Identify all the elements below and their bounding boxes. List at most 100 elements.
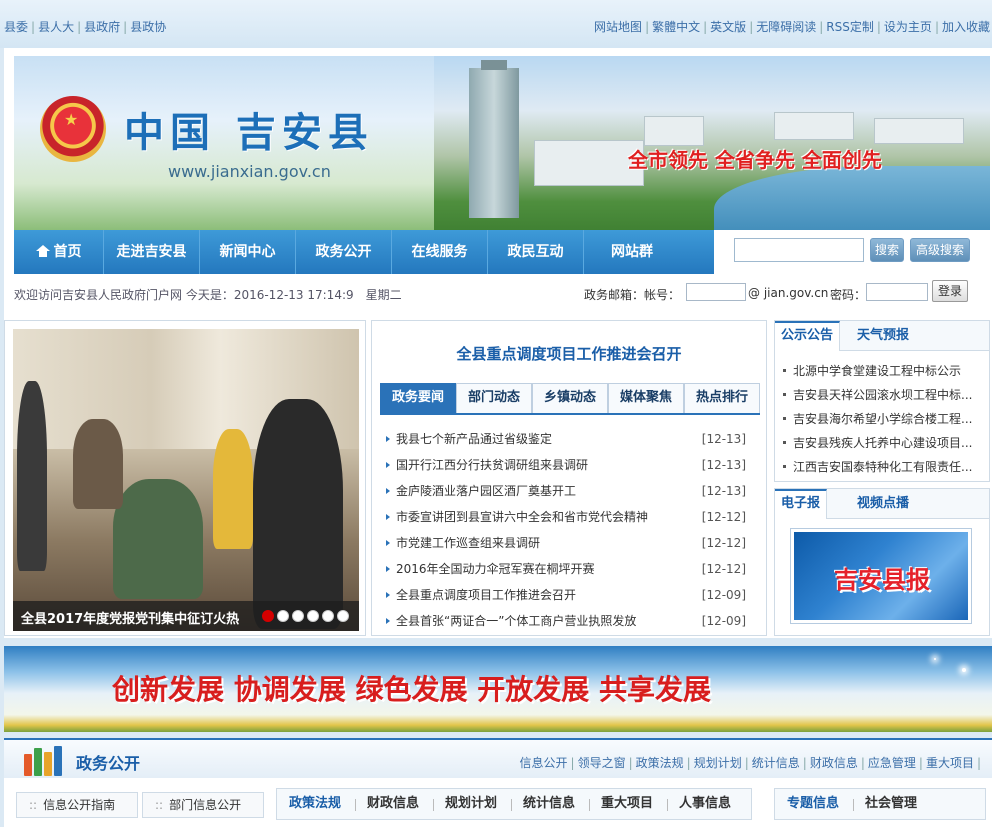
link-add-favorite[interactable]: 加入收藏 — [942, 20, 990, 34]
slideshow-dot[interactable] — [337, 610, 349, 622]
tab-topics[interactable]: 专题信息 — [787, 789, 839, 819]
tab-social-management[interactable]: 社会管理 — [865, 789, 917, 819]
tab-media-focus[interactable]: 媒体聚焦 — [608, 383, 684, 413]
tab-statistics[interactable]: 统计信息 — [523, 789, 575, 819]
link-set-homepage[interactable]: 设为主页 — [884, 20, 932, 34]
tab-video[interactable]: 视频点播 — [857, 489, 909, 519]
tab-finance[interactable]: 财政信息 — [367, 789, 419, 819]
link-traditional-chinese[interactable]: 繁體中文 — [652, 20, 700, 34]
sparkle-icon — [934, 658, 936, 660]
nav-item-home[interactable]: 首页 — [14, 230, 104, 274]
link-policies[interactable]: 政策法规 — [636, 756, 684, 770]
link-plans[interactable]: 规划计划 — [694, 756, 742, 770]
link-county-committee[interactable]: 县委 — [4, 20, 28, 34]
nav-item-online-service[interactable]: 在线服务 — [392, 230, 488, 274]
notice-panel: 公示公告 天气预报 北源中学食堂建设工程中标公示 吉安县天祥公园滚水坝工程中标.… — [774, 320, 990, 482]
tab-notice[interactable]: 公示公告 — [775, 321, 841, 351]
photo-figure — [113, 479, 203, 599]
nav-item-interaction[interactable]: 政民互动 — [488, 230, 584, 274]
news-tabs: 政务要闻 部门动态 乡镇动态 媒体聚焦 热点排行 — [380, 383, 760, 415]
tab-divider — [589, 799, 590, 811]
slideshow-dot[interactable] — [277, 610, 289, 622]
site-url: www.jianxian.gov.cn — [168, 162, 331, 181]
list-item[interactable]: 江西吉安国泰特种化工有限责任... — [783, 455, 983, 479]
info-guide-button[interactable]: 信息公开指南 — [16, 792, 138, 818]
mail-password-input[interactable] — [866, 283, 928, 301]
advanced-search-button[interactable]: 高级搜索 — [910, 238, 970, 262]
photo-figure — [213, 429, 253, 549]
link-accessibility[interactable]: 无障碍阅读 — [756, 20, 816, 34]
nav-item-site-group[interactable]: 网站群 — [584, 230, 680, 274]
epaper-image[interactable]: 吉安县报 — [791, 529, 971, 623]
slideshow-image[interactable]: 全县2017年度党报党刊集中征订火热 — [13, 329, 359, 631]
list-item[interactable]: 市委宣讲团到县宣讲六中全会和省市党代会精神 [12-12] — [386, 507, 746, 533]
list-item[interactable]: 市党建工作巡查组来县调研 [12-12] — [386, 533, 746, 559]
tab-town-news[interactable]: 乡镇动态 — [532, 383, 608, 413]
building-shape — [874, 118, 964, 144]
tab-weather[interactable]: 天气预报 — [857, 321, 909, 351]
news-panel: 全县重点调度项目工作推进会召开 政务要闻 部门动态 乡镇动态 媒体聚焦 热点排行… — [371, 320, 767, 636]
list-item[interactable]: 吉安县海尔希望小学综合楼工程... — [783, 407, 983, 431]
tab-divider — [355, 799, 356, 811]
nav-item-news[interactable]: 新闻中心 — [200, 230, 296, 274]
tab-hot-ranking[interactable]: 热点排行 — [684, 383, 760, 413]
search-button[interactable]: 搜索 — [870, 238, 904, 262]
login-button[interactable]: 登录 — [932, 280, 968, 302]
link-emergency[interactable]: 应急管理 — [868, 756, 916, 770]
home-icon — [35, 245, 50, 257]
bullet-icon — [386, 566, 390, 572]
list-item[interactable]: 2016年全国动力伞冠军赛在桐坪开赛 [12-12] — [386, 559, 746, 585]
tab-major-projects[interactable]: 重大项目 — [601, 789, 653, 819]
link-english[interactable]: 英文版 — [710, 20, 746, 34]
password-label: 密码： — [830, 288, 867, 302]
list-item[interactable]: 吉安县天祥公园滚水坝工程中标... — [783, 383, 983, 407]
tab-divider — [853, 799, 854, 811]
search-input[interactable] — [734, 238, 864, 262]
bullet-icon — [386, 462, 390, 468]
nav-item-about[interactable]: 走进吉安县 — [104, 230, 200, 274]
link-info-disclosure[interactable]: 信息公开 — [520, 756, 568, 770]
tab-gov-news[interactable]: 政务要闻 — [380, 383, 456, 413]
link-statistics[interactable]: 统计信息 — [752, 756, 800, 770]
list-item[interactable]: 全县首张“两证合一”个体工商户营业执照发放 [12-09] — [386, 611, 746, 637]
top-right-links: 网站地图 | 繁體中文 | 英文版 | 无障碍阅读 | RSS定制 | 设为主页 | 加入收藏 — [594, 20, 990, 34]
tab-plans[interactable]: 规划计划 — [445, 789, 497, 819]
list-item[interactable]: 全县重点调度项目工作推进会召开 [12-09] — [386, 585, 746, 611]
notice-list: 北源中学食堂建设工程中标公示 吉安县天祥公园滚水坝工程中标... 吉安县海尔希望… — [783, 359, 983, 479]
mail-account-input[interactable] — [686, 283, 746, 301]
nav-item-gov-affairs[interactable]: 政务公开 — [296, 230, 392, 274]
list-item[interactable]: 我县七个新产品通过省级鉴定 [12-13] — [386, 429, 746, 455]
list-item[interactable]: 国开行江西分行扶贫调研组来县调研 [12-13] — [386, 455, 746, 481]
gov-section-bar: 政务公开 信息公开 | 领导之窗 | 政策法规 | 规划计划 | 统计信息 | 财政信息 | 应急管理 |… — [4, 738, 992, 778]
slideshow-dot[interactable] — [262, 610, 274, 622]
slideshow-dot[interactable] — [322, 610, 334, 622]
slideshow-dot[interactable] — [292, 610, 304, 622]
slideshow-dot[interactable] — [307, 610, 319, 622]
link-county-cppcc[interactable]: 县政协 — [130, 20, 166, 34]
link-sitemap[interactable]: 网站地图 — [594, 20, 642, 34]
building-shape — [644, 116, 704, 146]
link-county-congress[interactable]: 县人大 — [38, 20, 74, 34]
list-item[interactable]: 金庐陵酒业落户园区酒厂奠基开工 [12-13] — [386, 481, 746, 507]
dept-info-button[interactable]: 部门信息公开 — [142, 792, 264, 818]
link-leaders[interactable]: 领导之窗 — [578, 756, 626, 770]
list-item[interactable]: 吉安县残疾人托养中心建设项目... — [783, 431, 983, 455]
welcome-text: 欢迎访问吉安县人民政府门户网 今天是：2016-12-13 17:14:9 星期… — [14, 288, 402, 302]
link-major-projects[interactable]: 重大项目 — [926, 756, 974, 770]
link-finance[interactable]: 财政信息 — [810, 756, 858, 770]
bullet-icon — [386, 514, 390, 520]
tab-dept-news[interactable]: 部门动态 — [456, 383, 532, 413]
tab-policies[interactable]: 政策法规 — [289, 789, 341, 819]
list-item[interactable]: 北源中学食堂建设工程中标公示 — [783, 359, 983, 383]
link-county-government[interactable]: 县政府 — [84, 20, 120, 34]
top-left-links: 县委 | 县人大 | 县政府 | 县政协 — [4, 20, 167, 34]
tab-divider — [667, 799, 668, 811]
bullet-icon — [386, 540, 390, 546]
link-rss[interactable]: RSS定制 — [826, 20, 874, 34]
tab-epaper[interactable]: 电子报 — [775, 489, 828, 519]
mail-domain: @ jian.gov.cn — [748, 286, 829, 300]
slideshow-caption[interactable]: 全县2017年度党报党刊集中征订火热 — [21, 608, 239, 627]
tab-personnel[interactable]: 人事信息 — [679, 789, 731, 819]
bullet-icon — [386, 618, 390, 624]
news-headline[interactable]: 全县重点调度项目工作推进会召开 — [372, 343, 766, 364]
